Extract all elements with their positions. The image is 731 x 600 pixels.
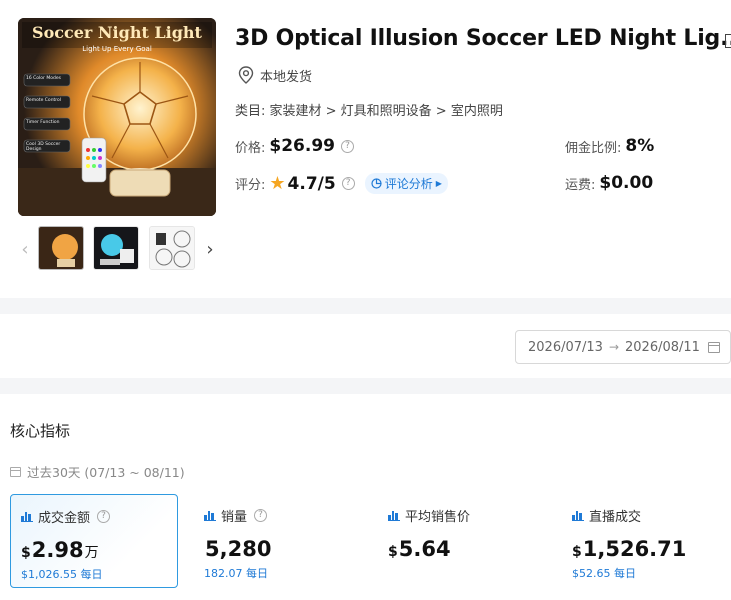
calendar-icon [707, 341, 720, 353]
review-analysis-button[interactable]: 评论分析 ▶ [364, 173, 448, 194]
caret-right-icon: ▶ [435, 179, 442, 188]
commission-value: 8% [625, 136, 655, 156]
metric-daily: $1,026.55 每日 [21, 568, 103, 581]
arrow-right-icon: → [608, 340, 619, 354]
section-divider [0, 378, 731, 394]
rating-row: 评分: ★ 4.7/5 ? 评论分析 ▶ [235, 173, 448, 194]
product-title: 3D Optical Illusion Soccer LED Night Lig… [235, 26, 731, 51]
commission-label: 佣金比例: [565, 140, 622, 156]
thumbnail-2[interactable] [93, 226, 139, 270]
date-end: 2026/08/11 [625, 339, 700, 355]
help-icon[interactable]: ? [254, 509, 268, 522]
date-range-picker[interactable]: 2026/07/13 → 2026/08/11 [515, 330, 731, 364]
help-icon[interactable]: ? [341, 139, 354, 153]
metric-value: 5,280 [205, 537, 272, 561]
metric-currency: $ [388, 544, 398, 560]
image-feature-3: Timer Function [26, 120, 60, 125]
image-feature-2: Remote Control [26, 98, 62, 103]
metric-card-sales[interactable]: 销量 ? 5,280 182.07 每日 [194, 494, 362, 588]
section-title: 核心指标 [10, 422, 71, 440]
rating-label: 评分: [235, 178, 266, 193]
image-feature-1: 16 Color Modes [26, 76, 61, 81]
metric-daily: 182.07 每日 [204, 567, 268, 580]
location-pin-icon [238, 66, 254, 84]
image-feature-4: Cool 3D Soccer Design [26, 142, 61, 152]
metric-label: 成交金额 [38, 511, 91, 526]
period-label: 过去30天 (07/13 ~ 08/11) [10, 462, 185, 481]
price-value: $26.99 [269, 136, 335, 156]
commission-row: 佣金比例: 8% [565, 136, 654, 156]
section-divider [0, 298, 731, 314]
thumbnail-1[interactable] [38, 226, 84, 270]
metric-currency: $ [21, 545, 31, 561]
metric-daily: $52.65 每日 [572, 567, 636, 580]
price-label: 价格: [235, 140, 266, 156]
review-analysis-label: 评论分析 [384, 177, 433, 191]
thumbnail-3[interactable] [149, 226, 195, 270]
help-icon[interactable]: ? [341, 177, 355, 190]
chevron-right-icon[interactable]: › [203, 240, 217, 260]
period-text: 过去30天 (07/13 ~ 08/11) [27, 465, 185, 480]
product-title-row: 3D Optical Illusion Soccer LED Night Lig… [235, 26, 731, 58]
chevron-left-icon[interactable]: ‹ [18, 240, 32, 260]
price-row: 价格: $26.99 ? [235, 136, 354, 156]
metric-label: 平均销售价 [405, 510, 471, 525]
thumbnail-strip: ‹ › [18, 226, 216, 274]
metric-card-gmv[interactable]: 成交金额 ? $ 2.98 万 $1,026.55 每日 [10, 494, 178, 588]
product-main-image[interactable]: Soccer Night Light Light Up Every Goal 1… [18, 18, 216, 216]
metric-card-live-gmv[interactable]: 直播成交 $ 1,526.71 $52.65 每日 [562, 494, 730, 588]
metric-value: 1,526.71 [582, 537, 687, 561]
metric-unit: 万 [84, 545, 99, 561]
metric-currency: $ [572, 544, 582, 560]
help-icon[interactable]: ? [97, 510, 111, 523]
metric-label: 销量 [221, 510, 248, 525]
bar-chart-icon [21, 511, 33, 522]
metric-value: 5.64 [398, 537, 451, 561]
shipping-location: 本地发货 [238, 64, 312, 86]
shipping-fee-row: 运费: $0.00 [565, 173, 653, 193]
rating-value: 4.7/5 [287, 173, 336, 194]
copy-icon[interactable] [725, 34, 731, 48]
chart-pie-icon [371, 178, 382, 189]
bar-chart-icon [204, 510, 216, 521]
star-icon: ★ [269, 173, 286, 194]
location-text: 本地发货 [260, 69, 313, 85]
shipping-label: 运费: [565, 177, 596, 193]
date-start: 2026/07/13 [528, 339, 603, 355]
bar-chart-icon [388, 510, 400, 521]
shipping-value: $0.00 [599, 173, 654, 193]
image-tagline: Light Up Every Goal [82, 45, 152, 53]
calendar-icon [10, 466, 21, 477]
bar-chart-icon [572, 510, 584, 521]
category-breadcrumb[interactable]: 类目: 家装建材 > 灯具和照明设备 > 室内照明 [235, 100, 503, 119]
metric-card-avg-price[interactable]: 平均销售价 $ 5.64 [378, 494, 546, 588]
metric-label: 直播成交 [589, 510, 642, 525]
metric-value: 2.98 [31, 538, 84, 562]
image-headline: Soccer Night Light [32, 23, 202, 42]
